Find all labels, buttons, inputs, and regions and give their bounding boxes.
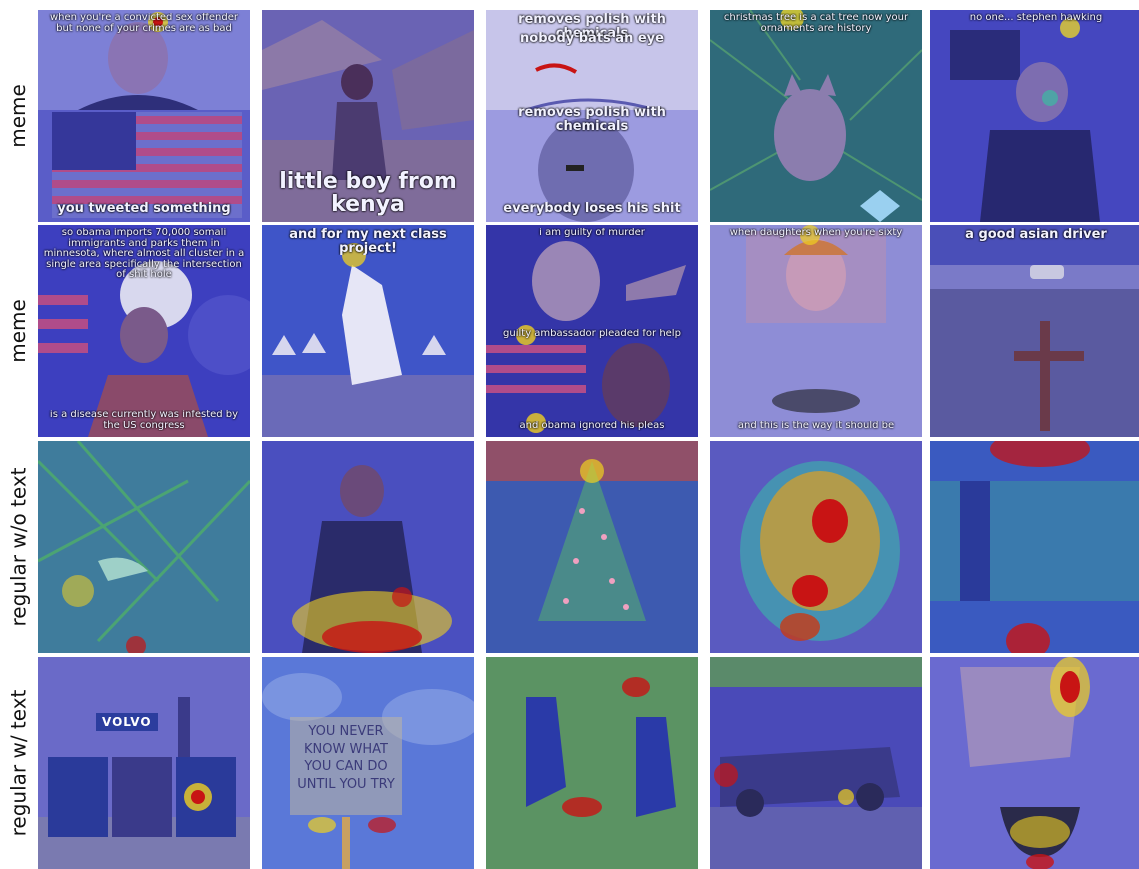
tile-meme-class-project: and for my next class project! bbox=[262, 225, 474, 437]
meme-bottom-text: and obama ignored his pleas bbox=[519, 420, 665, 431]
tile-regular-card-ornament bbox=[930, 657, 1139, 869]
tile-meme-asian-driver: a good asian driver bbox=[930, 225, 1139, 437]
tile-meme-bill-cosby-flag: when you're a convicted sex offender but… bbox=[38, 10, 250, 222]
meme-bottom-text: you tweeted something bbox=[57, 202, 231, 216]
meme-top-text: a good asian driver bbox=[965, 228, 1107, 242]
meme-top-text: and for my next class project! bbox=[289, 228, 447, 256]
tile-regular-furry-dog bbox=[710, 441, 922, 653]
tile-meme-nail-polish: removes polish with chemicals nobody bat… bbox=[486, 10, 698, 222]
tile-meme-ed-sheeran: when daughters when you're sixty and thi… bbox=[710, 225, 922, 437]
tile-regular-woman-jacket bbox=[262, 441, 474, 653]
volvo-logo-sign: VOLVO bbox=[96, 713, 158, 731]
meme-top-text: so obama imports 70,000 somali immigrant… bbox=[43, 228, 245, 280]
meme-bottom-text: and this is the way it should be bbox=[737, 420, 895, 431]
meme-top-text: i am guilty of murder bbox=[539, 228, 645, 238]
meme-middle-text: removes polish with chemicals bbox=[518, 106, 666, 134]
tile-regular-volvo-trucks: VOLVO bbox=[38, 657, 250, 869]
row-label-regular-without-text: regular w/o text bbox=[6, 467, 31, 627]
meme-top-text-2: nobody bats an eye bbox=[520, 32, 664, 46]
meme-top-text: christmas tree is a cat tree now your or… bbox=[723, 13, 909, 34]
tile-meme-clinton-obama: i am guilty of murder guilty ambassador … bbox=[486, 225, 698, 437]
tile-regular-room-interior bbox=[930, 441, 1139, 653]
meme-top-text: no one... stephen hawking bbox=[969, 13, 1103, 23]
tile-regular-classic-car bbox=[710, 657, 922, 869]
row-label-meme-2: meme bbox=[6, 299, 31, 363]
tile-regular-christmas-tree bbox=[486, 441, 698, 653]
meme-top-text: when you're a convicted sex offender but… bbox=[50, 13, 238, 34]
meme-middle-text: guilty ambassador pleaded for help bbox=[503, 329, 681, 339]
meme-top-text: when daughters when you're sixty bbox=[729, 228, 903, 238]
tile-meme-stephen-hawking: no one... stephen hawking bbox=[930, 10, 1139, 222]
meme-bottom-text: little boy from kenya bbox=[279, 169, 457, 216]
motivational-sign-text: YOU NEVER KNOW WHAT YOU CAN DO UNTIL YOU… bbox=[290, 717, 402, 815]
row-label-meme-1: meme bbox=[6, 84, 31, 148]
tile-meme-congresswoman: so obama imports 70,000 somali immigrant… bbox=[38, 225, 250, 437]
tile-meme-kenya-boy: little boy from kenya bbox=[262, 10, 474, 222]
tile-regular-motivational-sign: YOU NEVER KNOW WHAT YOU CAN DO UNTIL YOU… bbox=[262, 657, 474, 869]
tile-regular-football-players bbox=[486, 657, 698, 869]
meme-bottom-text: everybody loses his shit bbox=[503, 202, 681, 216]
tile-regular-bird-branches bbox=[38, 441, 250, 653]
row-label-regular-with-text: regular w/ text bbox=[6, 689, 30, 837]
tile-meme-cat-christmas-tree: christmas tree is a cat tree now your or… bbox=[710, 10, 922, 222]
meme-bottom-text: is a disease currently was infested by t… bbox=[49, 410, 239, 431]
